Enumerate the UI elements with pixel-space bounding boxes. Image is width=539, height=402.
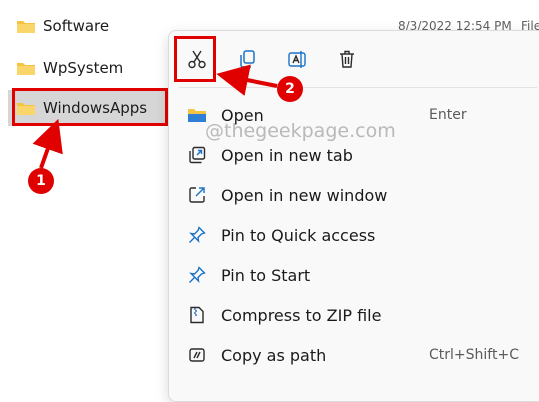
copy-icon (236, 48, 258, 74)
file-name: Software (43, 17, 110, 35)
delete-icon (336, 48, 358, 74)
menu-item-label: Pin to Start (221, 265, 311, 285)
pin-icon (187, 265, 207, 285)
menu-item-shortcut: Ctrl+Shift+C (429, 347, 519, 363)
menu-item-compress-zip[interactable]: Compress to ZIP file (169, 295, 539, 335)
menu-item-pin-quick-access[interactable]: Pin to Quick access (169, 215, 539, 255)
open-folder-icon (187, 105, 207, 125)
step-2-badge: 2 (277, 76, 303, 102)
toolbar-divider (179, 87, 537, 88)
menu-item-copy-as-path[interactable]: Copy as path Ctrl+Shift+C (169, 335, 539, 375)
folder-icon (16, 18, 36, 34)
delete-button[interactable] (331, 45, 363, 77)
file-name: WpSystem (43, 59, 124, 77)
step-1-badge: 1 (28, 168, 54, 194)
menu-item-open-new-tab[interactable]: Open in new tab (169, 135, 539, 175)
pin-icon (187, 225, 207, 245)
folder-highlight-box (12, 88, 168, 126)
cut-highlight-box (174, 36, 216, 82)
new-window-icon (187, 185, 207, 205)
folder-icon (16, 60, 36, 76)
menu-item-label: Open in new tab (221, 145, 353, 165)
copy-button[interactable] (231, 45, 263, 77)
rename-button[interactable] (281, 45, 313, 77)
menu-item-label: Copy as path (221, 345, 327, 365)
menu-item-pin-start[interactable]: Pin to Start (169, 255, 539, 295)
menu-item-label: Compress to ZIP file (221, 305, 382, 325)
menu-item-open[interactable]: Open Enter (169, 95, 539, 135)
menu-item-label: Open in new window (221, 185, 388, 205)
menu-item-label: Open (221, 105, 264, 125)
context-menu: Open Enter Open in new tab Open in new w… (168, 30, 539, 402)
new-tab-icon (187, 145, 207, 165)
menu-item-open-new-window[interactable]: Open in new window (169, 175, 539, 215)
rename-icon (286, 48, 308, 74)
zip-icon (187, 305, 207, 325)
copy-path-icon (187, 345, 207, 365)
file-row-wpsystem[interactable]: WpSystem (8, 50, 166, 86)
menu-item-label: Pin to Quick access (221, 225, 376, 245)
menu-item-shortcut: Enter (429, 107, 467, 123)
file-row-software[interactable]: Software (8, 8, 166, 44)
